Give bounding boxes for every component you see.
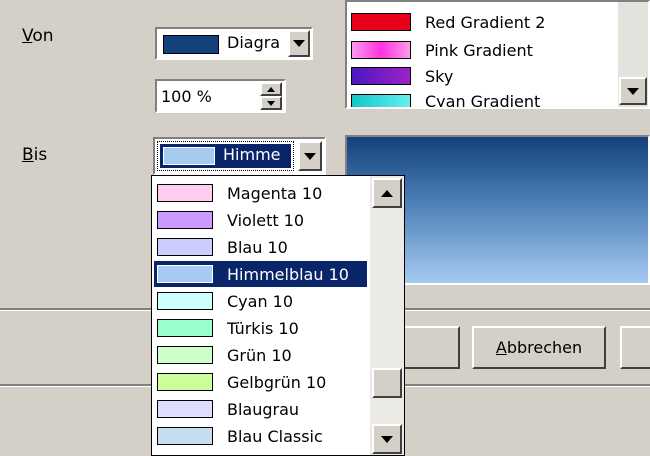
dropdown-scrollbar[interactable] (370, 176, 404, 455)
bis-combo-dropdown-button[interactable] (298, 141, 322, 171)
bis-color-swatch (163, 147, 215, 165)
list-item[interactable]: Cyan 10 (154, 288, 367, 314)
list-item[interactable]: Gelbgrün 10 (154, 369, 367, 395)
intensity-value[interactable]: 100 % (161, 87, 212, 106)
color-swatch (157, 400, 213, 418)
intensity-spinner[interactable]: 100 % (155, 79, 286, 113)
color-swatch (157, 211, 213, 229)
von-color-combo[interactable]: Diagra (155, 27, 313, 60)
arrow-up-icon (267, 86, 275, 92)
bis-label: Bis (22, 145, 48, 165)
color-swatch (157, 427, 213, 445)
color-swatch (157, 292, 213, 310)
color-swatch (157, 346, 213, 364)
gradient-swatch (351, 41, 411, 59)
gradient-list-item[interactable]: Cyan Gradient (351, 90, 540, 107)
von-label: Von (22, 26, 54, 46)
spin-up-button[interactable] (260, 82, 282, 96)
color-swatch (157, 373, 213, 391)
bis-combo-value: Himme (223, 145, 281, 164)
list-item[interactable]: Türkis 10 (154, 315, 367, 341)
list-item[interactable]: Grün 10 (154, 342, 367, 368)
chevron-up-icon (381, 189, 393, 197)
scroll-down-button[interactable] (619, 77, 647, 105)
bis-color-combo[interactable]: Himme (153, 137, 326, 175)
chevron-down-icon (293, 40, 305, 47)
spin-down-button[interactable] (260, 96, 282, 110)
color-swatch (157, 319, 213, 337)
gradient-list[interactable]: Red Gradient 2 Pink Gradient Sky Cyan Gr… (345, 0, 650, 109)
gradient-swatch (351, 94, 411, 107)
chevron-down-icon (627, 87, 639, 95)
list-item[interactable]: Blau 10 (154, 234, 367, 260)
scroll-thumb[interactable] (372, 368, 402, 398)
list-item[interactable]: Blaugrau (154, 396, 367, 422)
gradient-swatch (351, 13, 411, 31)
color-swatch (157, 238, 213, 256)
color-swatch (157, 184, 213, 202)
gradient-list-item[interactable]: Red Gradient 2 (351, 10, 545, 34)
von-combo-value: Diagra (227, 33, 281, 52)
gradient-list-item[interactable]: Sky (351, 64, 453, 88)
gradient-list-scrollbar[interactable] (618, 2, 648, 107)
chevron-down-icon (381, 435, 393, 443)
list-item[interactable]: Blau Classic (154, 423, 367, 449)
scroll-up-button[interactable] (372, 178, 402, 208)
von-color-swatch (163, 35, 219, 54)
scroll-down-button[interactable] (372, 424, 402, 454)
color-swatch (157, 265, 213, 283)
list-item[interactable]: Violett 10 (154, 207, 367, 233)
gradient-swatch (351, 67, 411, 85)
cancel-button[interactable]: Abbrechen (472, 326, 606, 369)
von-combo-dropdown-button[interactable] (288, 30, 310, 57)
help-button[interactable] (620, 326, 650, 369)
list-item[interactable]: Magenta 10 (154, 180, 367, 206)
chevron-down-icon (304, 152, 316, 160)
color-dropdown-list[interactable]: Magenta 10 Violett 10 Blau 10 Himmelblau… (151, 175, 405, 456)
list-item-selected[interactable]: Himmelblau 10 (154, 261, 367, 287)
gradient-list-item[interactable]: Pink Gradient (351, 38, 533, 62)
arrow-down-icon (267, 100, 275, 106)
